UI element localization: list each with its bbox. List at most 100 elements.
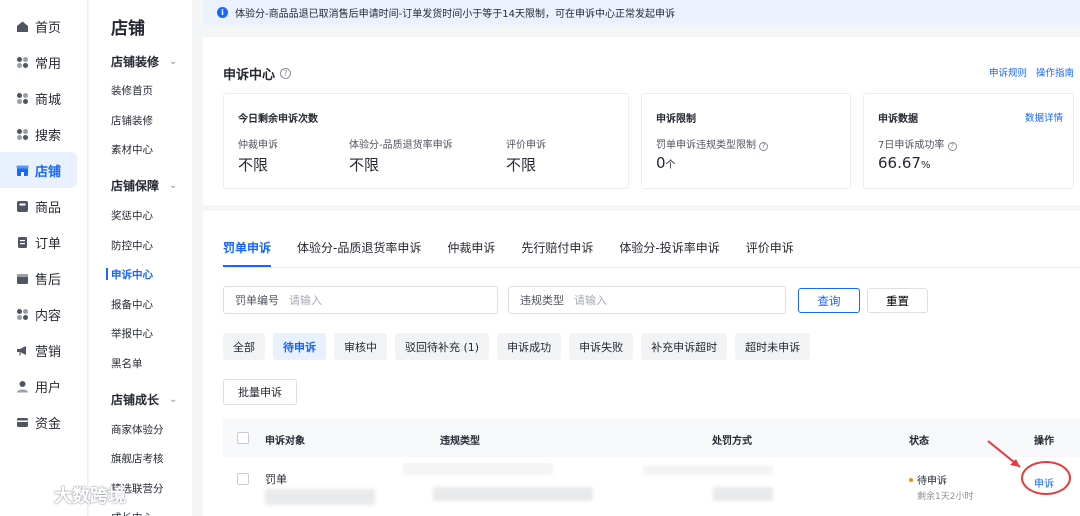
home-icon <box>15 19 29 33</box>
nav-item-label: 用户 <box>35 380 62 396</box>
submenu-group-label: 店铺保障 <box>111 179 160 194</box>
appeal-summary-card: 申诉中心 ? 申诉规则 操作指南 今日剩余申诉次数 仲裁申诉 不限 体验分-品质… <box>203 37 1080 205</box>
submenu-item[interactable]: 举报中心 <box>89 319 192 349</box>
nav-item-mall[interactable]: 商城 <box>0 80 87 116</box>
box-title: 今日剩余申诉次数 <box>238 114 318 125</box>
main-nav: 首页 常用 商城 搜索 店铺 商品 订单 售后 内容 营销 用户 资金 <box>0 0 88 516</box>
tab-review-appeal[interactable]: 评价申诉 <box>746 239 794 267</box>
data-detail-link[interactable]: 数据详情 <box>1025 110 1063 124</box>
grid-icon <box>15 307 29 321</box>
watermark-text: 大数跨境 <box>54 486 126 507</box>
appeal-rules-link[interactable]: 申诉规则 <box>989 68 1027 79</box>
chip-failed[interactable]: 申诉失败 <box>569 333 634 360</box>
table-row: 罚单 待申诉 剩余1天2小时 申诉 <box>223 457 1080 516</box>
stat-label: 仲裁申诉 <box>238 140 278 151</box>
page-title: 申诉中心 ? <box>223 64 292 83</box>
nav-item-marketing[interactable]: 营销 <box>0 332 87 368</box>
nav-item-user[interactable]: 用户 <box>0 368 87 404</box>
stat-unit: % <box>920 160 931 171</box>
nav-item-product[interactable]: 商品 <box>0 188 87 224</box>
header-links: 申诉规则 操作指南 <box>983 65 1074 79</box>
batch-appeal-button[interactable]: 批量申诉 <box>223 379 297 405</box>
info-icon: i <box>217 7 228 18</box>
nav-item-label: 店铺 <box>35 164 62 180</box>
tab-penalty-appeal[interactable]: 罚单申诉 <box>223 239 272 267</box>
submenu-title: 店铺 <box>111 19 145 39</box>
stat-label: 评价申诉 <box>506 140 546 151</box>
chip-success[interactable]: 申诉成功 <box>497 333 562 360</box>
notice-text: 体验分-商品品退已取消售后申请时间-订单发货时间小于等于14天限制，可在申诉中心… <box>235 9 675 20</box>
shop-submenu: 店铺 店铺装修 ⌄ 装修首页 店铺装修 素材中心 店铺保障 ⌄ 奖惩中心 防控中… <box>89 0 192 516</box>
reset-button[interactable]: 重置 <box>867 288 928 313</box>
nav-item-search[interactable]: 搜索 <box>0 116 87 152</box>
redacted-content <box>265 489 375 505</box>
nav-item-home[interactable]: 首页 <box>0 8 87 44</box>
submenu-item[interactable]: 旗舰店考核 <box>89 444 192 474</box>
stat-label: 7日申诉成功率 ? <box>878 136 957 151</box>
chip-all[interactable]: 全部 <box>223 333 265 360</box>
submenu-item[interactable]: 报备中心 <box>89 290 192 320</box>
search-button[interactable]: 查询 <box>798 288 860 313</box>
submenu-item[interactable]: 商家体验分 <box>89 414 192 444</box>
redacted-content <box>403 463 553 475</box>
submenu-group-protection[interactable]: 店铺保障 ⌄ <box>89 171 192 201</box>
chip-timeout[interactable]: 超时未申诉 <box>735 333 811 360</box>
stat-number: 0 <box>656 154 666 172</box>
submenu-group-decoration[interactable]: 店铺装修 ⌄ <box>89 46 192 76</box>
order-icon <box>15 235 29 249</box>
nav-item-aftersale[interactable]: 售后 <box>0 260 87 296</box>
main-content: i 体验分-商品品退已取消售后申请时间-订单发货时间小于等于14天限制，可在申诉… <box>203 0 1080 516</box>
redacted-content <box>713 487 773 501</box>
nav-item-funds[interactable]: 资金 <box>0 404 87 440</box>
chevron-down-icon: ⌄ <box>169 55 178 67</box>
appeal-object: 罚单 <box>265 473 287 486</box>
column-header: 申诉对象 <box>265 436 305 447</box>
tab-complaint-rate-appeal[interactable]: 体验分-投诉率申诉 <box>619 239 719 267</box>
chip-rejected[interactable]: 驳回待补充 (1) <box>395 333 490 360</box>
table-header: 申诉对象 违规类型 处罚方式 状态 操作 <box>223 419 1080 457</box>
nav-item-shop[interactable]: 店铺 <box>0 152 77 188</box>
tab-advance-payment-appeal[interactable]: 先行赔付申诉 <box>521 239 593 267</box>
submenu-group-growth[interactable]: 店铺成长 ⌄ <box>89 384 192 414</box>
submenu-item[interactable]: 装修首页 <box>89 76 192 106</box>
nav-item-order[interactable]: 订单 <box>0 224 87 260</box>
status-dot <box>909 478 913 482</box>
help-icon[interactable]: ? <box>280 68 292 79</box>
stat-value: 不限 <box>238 156 269 174</box>
chevron-down-icon: ⌄ <box>169 393 178 405</box>
submenu-item[interactable]: 防控中心 <box>89 230 192 260</box>
grid-icon <box>15 127 29 141</box>
stat-value: 不限 <box>349 156 380 174</box>
nav-item-label: 商城 <box>35 92 62 108</box>
remaining-count-box: 今日剩余申诉次数 仲裁申诉 不限 体验分-品质退货率申诉 不限 评价申诉 不限 <box>223 93 629 189</box>
chip-reviewing[interactable]: 审核中 <box>334 333 387 360</box>
stat-value: 不限 <box>506 156 537 174</box>
nav-item-common[interactable]: 常用 <box>0 44 87 80</box>
operation-guide-link[interactable]: 操作指南 <box>1036 68 1074 79</box>
stat-value: 0个 <box>656 154 676 172</box>
submenu-item-appeal-center[interactable]: 申诉中心 <box>89 260 192 290</box>
chip-supplement-timeout[interactable]: 补充申诉超时 <box>641 333 728 360</box>
select-all-checkbox[interactable] <box>237 432 249 444</box>
tabs-divider <box>223 267 1080 268</box>
nav-item-label: 首页 <box>35 20 62 36</box>
violation-type-input[interactable] <box>574 293 734 307</box>
submenu-item[interactable]: 素材中心 <box>89 135 192 165</box>
nav-item-label: 内容 <box>35 308 62 324</box>
help-icon[interactable]: ? <box>947 141 957 151</box>
help-icon[interactable]: ? <box>759 141 769 151</box>
row-checkbox[interactable] <box>237 473 249 485</box>
column-header: 状态 <box>909 436 929 447</box>
tab-arbitration-appeal[interactable]: 仲裁申诉 <box>447 239 495 267</box>
tab-return-rate-appeal[interactable]: 体验分-品质退货率申诉 <box>297 239 421 267</box>
stat-label-text: 7日申诉成功率 <box>878 140 945 151</box>
stat-label: 体验分-品质退货率申诉 <box>349 140 453 151</box>
submenu-item[interactable]: 黑名单 <box>89 349 192 379</box>
chip-pending[interactable]: 待申诉 <box>273 333 326 360</box>
submenu-item[interactable]: 奖惩中心 <box>89 201 192 231</box>
ticket-number-input[interactable] <box>289 293 449 307</box>
nav-item-content[interactable]: 内容 <box>0 296 87 332</box>
grid-icon <box>15 91 29 105</box>
submenu-item[interactable]: 店铺装修 <box>89 106 192 136</box>
chevron-down-icon: ⌄ <box>169 180 178 192</box>
